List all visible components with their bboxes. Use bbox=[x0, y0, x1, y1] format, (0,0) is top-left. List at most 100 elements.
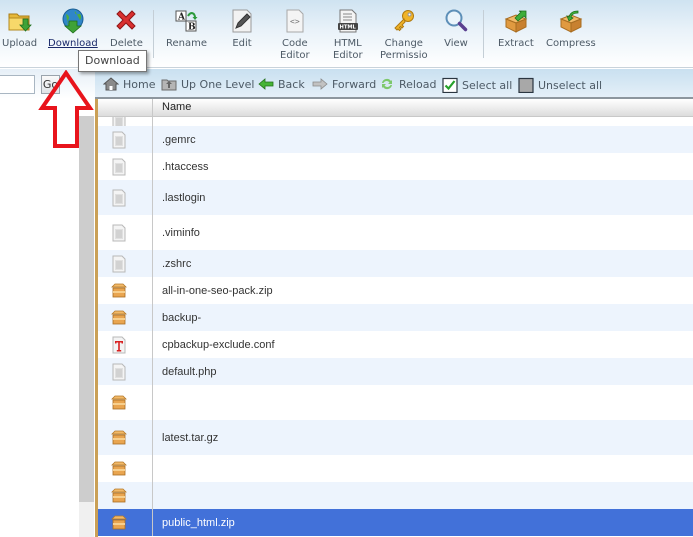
file-name[interactable]: backup- bbox=[162, 312, 201, 324]
file-name[interactable]: all-in-one-seo-pack.zip bbox=[162, 285, 273, 297]
view-button[interactable]: View bbox=[443, 8, 469, 50]
file-row[interactable]: .zshrc bbox=[98, 250, 693, 277]
unselect-all-link[interactable]: Unselect all bbox=[518, 77, 602, 93]
reload-link[interactable]: Reload bbox=[379, 77, 436, 93]
file-icon-cell bbox=[98, 180, 153, 215]
file-name[interactable]: .viminfo bbox=[162, 227, 200, 239]
file-row[interactable] bbox=[98, 455, 693, 482]
select-all-label: Select all bbox=[462, 79, 513, 92]
file-icon-cell bbox=[98, 304, 153, 331]
file-icon-cell bbox=[98, 153, 153, 180]
file-row[interactable]: .viminfo bbox=[98, 215, 693, 250]
extract-label: Extract bbox=[498, 38, 534, 49]
forward-label: Forward bbox=[332, 78, 377, 91]
compress-box-icon bbox=[559, 10, 583, 33]
select-all-link[interactable]: Select all bbox=[442, 77, 512, 93]
change-permissions-label-2: Permissio bbox=[380, 50, 428, 61]
file-row[interactable]: latest.tar.gz bbox=[98, 420, 693, 455]
file-row[interactable]: all-in-one-seo-pack.zip bbox=[98, 277, 693, 304]
change-permissions-button[interactable]: Change Permissio bbox=[380, 8, 428, 62]
up-one-level-link[interactable]: Up One Level bbox=[161, 77, 254, 93]
up-level-folder-icon bbox=[161, 79, 177, 91]
upload-label: Upload bbox=[2, 38, 38, 49]
file-name[interactable]: latest.tar.gz bbox=[162, 432, 218, 444]
delete-button[interactable]: Delete bbox=[110, 8, 143, 50]
file-row[interactable]: cpbackup-exclude.conf bbox=[98, 331, 693, 358]
extract-box-icon bbox=[504, 10, 528, 33]
rename-button[interactable]: A B Rename bbox=[166, 8, 207, 50]
back-arrow-icon bbox=[258, 78, 274, 90]
back-label: Back bbox=[278, 78, 305, 91]
home-icon bbox=[103, 77, 119, 91]
file-name[interactable]: public_html.zip bbox=[162, 517, 235, 529]
icon-column-header[interactable] bbox=[98, 99, 153, 117]
code-editor-label-2: Editor bbox=[280, 50, 310, 61]
compress-label: Compress bbox=[546, 38, 596, 49]
html-editor-icon: HTML bbox=[337, 9, 358, 33]
magnifier-icon bbox=[445, 9, 468, 32]
key-icon bbox=[394, 10, 414, 32]
text-file-icon bbox=[110, 158, 128, 176]
rename-label: Rename bbox=[166, 38, 208, 49]
navigation-bar: Home Up One Level Back Forward Reload Se… bbox=[95, 69, 693, 99]
archive-file-icon bbox=[110, 282, 128, 300]
code-editor-button[interactable]: <> Code Editor bbox=[280, 8, 310, 62]
forward-arrow-icon bbox=[312, 78, 328, 90]
svg-text:HTML: HTML bbox=[339, 25, 356, 31]
checkbox-unchecked-icon bbox=[518, 77, 534, 93]
text-file-icon bbox=[110, 255, 128, 273]
file-icon-cell bbox=[98, 277, 153, 304]
svg-text:B: B bbox=[188, 23, 196, 33]
checkbox-checked-icon bbox=[442, 77, 458, 93]
file-name[interactable]: .htaccess bbox=[162, 161, 208, 173]
rename-ab-icon: A B bbox=[175, 10, 197, 33]
file-name[interactable]: .lastlogin bbox=[162, 192, 205, 204]
back-link[interactable]: Back bbox=[258, 77, 305, 93]
file-row[interactable] bbox=[98, 385, 693, 420]
conf-file-icon bbox=[110, 336, 128, 354]
html-editor-label-1: HTML bbox=[333, 38, 362, 49]
file-row[interactable]: .lastlogin bbox=[98, 180, 693, 215]
home-link[interactable]: Home bbox=[103, 77, 155, 93]
file-icon-cell bbox=[98, 482, 153, 509]
upload-button[interactable]: Upload bbox=[2, 8, 37, 50]
file-row[interactable]: backup- bbox=[98, 304, 693, 331]
left-scrollbar-thumb[interactable] bbox=[79, 116, 94, 502]
file-row[interactable]: public_html.zip bbox=[98, 509, 693, 536]
delete-x-icon bbox=[116, 10, 137, 30]
name-column-header[interactable]: Name bbox=[162, 101, 191, 113]
left-scrollbar[interactable] bbox=[79, 116, 94, 537]
forward-link[interactable]: Forward bbox=[312, 77, 376, 93]
edit-label: Edit bbox=[232, 38, 252, 49]
path-input[interactable] bbox=[0, 75, 35, 94]
code-editor-icon: <> bbox=[286, 9, 304, 33]
compress-button[interactable]: Compress bbox=[546, 8, 596, 50]
html-editor-button[interactable]: HTML HTML Editor bbox=[333, 8, 363, 62]
svg-text:A: A bbox=[177, 13, 186, 23]
archive-file-icon bbox=[110, 394, 128, 412]
file-row[interactable] bbox=[98, 482, 693, 509]
file-name[interactable]: .gemrc bbox=[162, 134, 196, 146]
toolbar-separator bbox=[153, 10, 154, 58]
download-button[interactable]: Download bbox=[48, 8, 98, 50]
download-tooltip: Download bbox=[78, 50, 147, 72]
file-row[interactable]: .gemrc bbox=[98, 126, 693, 153]
file-name[interactable]: .zshrc bbox=[162, 258, 191, 270]
text-file-icon bbox=[110, 224, 128, 242]
file-icon-cell bbox=[98, 455, 153, 482]
edit-button[interactable]: Edit bbox=[229, 8, 255, 50]
file-name[interactable]: cpbackup-exclude.conf bbox=[162, 339, 275, 351]
file-row[interactable]: default.php bbox=[98, 358, 693, 385]
file-icon-cell bbox=[98, 385, 153, 420]
file-row[interactable]: .htaccess bbox=[98, 153, 693, 180]
reload-icon bbox=[382, 78, 392, 90]
text-file-icon bbox=[110, 131, 128, 149]
file-icon-cell bbox=[98, 250, 153, 277]
file-name[interactable]: default.php bbox=[162, 366, 216, 378]
view-label: View bbox=[444, 38, 468, 49]
extract-button[interactable]: Extract bbox=[498, 8, 534, 50]
code-editor-label-1: Code bbox=[282, 38, 308, 49]
file-icon-cell bbox=[98, 215, 153, 250]
red-up-arrow-annotation bbox=[38, 70, 94, 148]
delete-label: Delete bbox=[110, 38, 143, 49]
